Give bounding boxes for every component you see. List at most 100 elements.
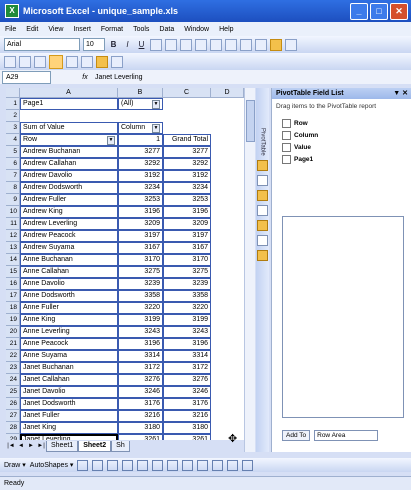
delete-comment-icon[interactable] [81, 55, 93, 68]
row-header[interactable]: 23 [6, 362, 20, 374]
underline-button[interactable]: U [136, 39, 147, 50]
grand-total-cell[interactable]: 3276 [163, 374, 211, 386]
value-cell[interactable]: 3292 [118, 158, 163, 170]
row-header[interactable]: 1 [6, 98, 20, 110]
grand-total-cell[interactable]: 3199 [163, 314, 211, 326]
field-list-icon[interactable] [257, 249, 268, 261]
grand-total-cell[interactable]: 3243 [163, 326, 211, 338]
row-item-cell[interactable]: Janet Fuller [20, 410, 118, 422]
font-color-icon[interactable] [285, 38, 297, 51]
menu-edit[interactable]: Edit [21, 26, 43, 33]
field-checkbox[interactable] [282, 119, 291, 128]
grand-total-cell[interactable]: 3253 [163, 194, 211, 206]
data-field-label[interactable]: Sum of Value [20, 122, 118, 134]
field-row[interactable]: Row [282, 119, 411, 128]
add-to-button[interactable]: Add To [282, 430, 311, 441]
row-item-cell[interactable]: Anne Callahan [20, 266, 118, 278]
grand-total-cell[interactable]: 3314 [163, 350, 211, 362]
last-sheet-icon[interactable]: ►| [36, 443, 46, 449]
row-item-cell[interactable]: Anne Leverling [20, 326, 118, 338]
fill-color-icon[interactable] [182, 459, 194, 471]
value-cell[interactable]: 3180 [118, 422, 163, 434]
font-size-select[interactable]: 10 [83, 38, 105, 51]
row-item-cell[interactable]: Janet Davolio [20, 386, 118, 398]
worksheet-grid[interactable]: A B C D 1 Page1 (All) ▼ 2 3 Sum of Value … [6, 88, 244, 440]
field-column[interactable]: Column [282, 131, 411, 140]
row-header[interactable]: 16 [6, 278, 20, 290]
row-header[interactable]: 12 [6, 230, 20, 242]
indent-icon[interactable] [255, 38, 267, 51]
scrollbar-thumb[interactable] [246, 100, 255, 142]
grand-total-cell[interactable]: 3234 [163, 182, 211, 194]
row-header[interactable]: 19 [6, 314, 20, 326]
grand-total-cell[interactable]: 3196 [163, 206, 211, 218]
sheet-tab-3[interactable]: Sh [111, 440, 130, 452]
grand-total-cell[interactable]: 3192 [163, 170, 211, 182]
align-left-icon[interactable] [150, 38, 162, 51]
row-header[interactable]: 8 [6, 182, 20, 194]
row-item-cell[interactable]: Anne Peacock [20, 338, 118, 350]
field-value[interactable]: Value [282, 143, 411, 152]
grand-total-cell[interactable]: 3167 [163, 242, 211, 254]
row-header[interactable]: 2 [6, 110, 20, 122]
show-all-comments-icon[interactable] [66, 55, 78, 68]
area-select[interactable]: Row Area [314, 430, 379, 441]
row-item-cell[interactable]: Anne Suyama [20, 350, 118, 362]
row-item-cell[interactable]: Janet Buchanan [20, 362, 118, 374]
chevron-down-icon[interactable]: ▼ [152, 100, 160, 109]
column-field-dropdown[interactable]: Column ▼ [118, 122, 163, 134]
row-header[interactable]: 22 [6, 350, 20, 362]
sheet-tab-2[interactable]: Sheet2 [78, 440, 112, 452]
currency-icon[interactable] [210, 38, 222, 51]
font-color-icon[interactable] [212, 459, 224, 471]
value-cell[interactable]: 3314 [118, 350, 163, 362]
row-header[interactable]: 20 [6, 326, 20, 338]
value-cell[interactable]: 3209 [118, 218, 163, 230]
row-header[interactable]: 26 [6, 398, 20, 410]
next-sheet-icon[interactable]: ► [26, 443, 36, 449]
name-box[interactable]: A29 [2, 70, 51, 84]
value-cell[interactable]: 3220 [118, 302, 163, 314]
value-cell[interactable]: 3196 [118, 338, 163, 350]
row-item-cell[interactable]: Andrew Dodsworth [20, 182, 118, 194]
select-all-corner[interactable] [6, 88, 20, 98]
row-header[interactable]: 14 [6, 254, 20, 266]
row-field-dropdown[interactable]: Row ▼ [20, 134, 118, 146]
fx-icon[interactable]: fx [79, 74, 91, 81]
row-header[interactable]: 11 [6, 218, 20, 230]
value-cell[interactable]: 3239 [118, 278, 163, 290]
clipart-icon[interactable] [167, 459, 179, 471]
page-field-label[interactable]: Page1 [20, 98, 118, 110]
grand-total-cell[interactable]: 3209 [163, 218, 211, 230]
line-icon[interactable] [77, 459, 89, 471]
line-color-icon[interactable] [197, 459, 209, 471]
rectangle-icon[interactable] [107, 459, 119, 471]
previous-comment-icon[interactable] [19, 55, 31, 68]
menu-window[interactable]: Window [179, 26, 214, 33]
vertical-scrollbar[interactable] [244, 88, 255, 452]
row-item-cell[interactable]: Anne King [20, 314, 118, 326]
value-cell[interactable]: 3276 [118, 374, 163, 386]
arrow-icon[interactable] [92, 459, 104, 471]
menu-view[interactable]: View [43, 26, 68, 33]
row-header[interactable]: 13 [6, 242, 20, 254]
row-header[interactable]: 9 [6, 194, 20, 206]
row-header[interactable]: 28 [6, 422, 20, 434]
value-cell[interactable]: 3199 [118, 314, 163, 326]
row-item-cell[interactable]: Anne Fuller [20, 302, 118, 314]
row-item-cell[interactable]: Janet Dodsworth [20, 398, 118, 410]
sheet-tab-1[interactable]: Sheet1 [46, 440, 79, 452]
row-header[interactable]: 10 [6, 206, 20, 218]
grand-total-cell[interactable]: 3197 [163, 230, 211, 242]
row-item-cell[interactable]: Anne Dodsworth [20, 290, 118, 302]
row-header[interactable]: 4 [6, 134, 20, 146]
row-header[interactable]: 27 [6, 410, 20, 422]
shadow-icon[interactable] [242, 459, 254, 471]
value-cell[interactable]: 3216 [118, 410, 163, 422]
value-cell[interactable]: 3246 [118, 386, 163, 398]
minimize-button[interactable]: _ [350, 3, 368, 20]
grand-total-cell[interactable]: 3358 [163, 290, 211, 302]
grand-total-cell[interactable]: 3239 [163, 278, 211, 290]
show-detail-icon[interactable] [257, 204, 268, 216]
format-report-icon[interactable] [257, 159, 268, 171]
